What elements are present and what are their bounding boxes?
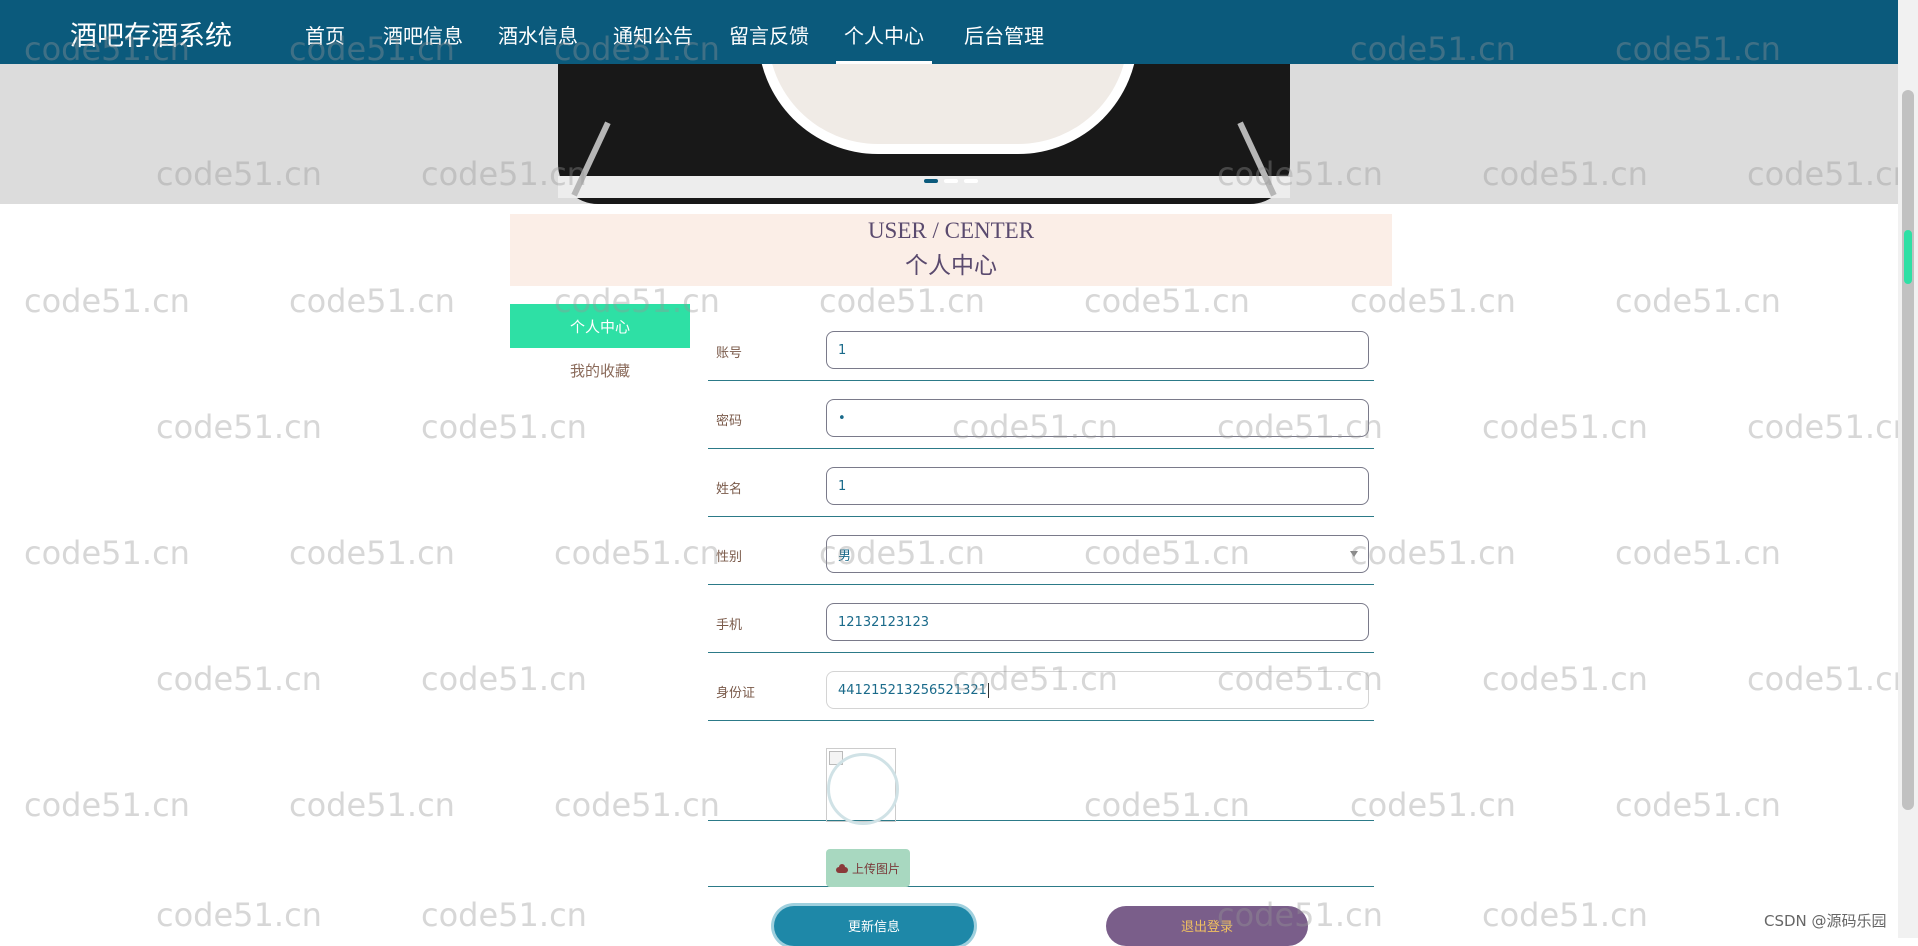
watermark-text: code51.cn bbox=[421, 660, 587, 698]
watermark-text: code51.cn bbox=[289, 786, 455, 824]
form-row-password: 密码 • bbox=[708, 394, 1374, 449]
id-card-label: 身份证 bbox=[716, 686, 756, 701]
watermark-text: code51.cn bbox=[1482, 660, 1648, 698]
watermark-text: code51.cn bbox=[421, 408, 587, 446]
watermark-text: code51.cn bbox=[1482, 896, 1648, 934]
carousel-indicators bbox=[924, 179, 978, 183]
gender-select[interactable]: 男 bbox=[826, 535, 1369, 573]
watermark-text: code51.cn bbox=[554, 786, 720, 824]
upload-image-button[interactable]: 上传图片 bbox=[826, 849, 910, 887]
sidebar-item-user-center[interactable]: 个人中心 bbox=[510, 304, 690, 348]
watermark-text: code51.cn bbox=[24, 534, 190, 572]
logout-button[interactable]: 退出登录 bbox=[1106, 906, 1308, 946]
id-card-input[interactable]: 441215213256521321 bbox=[826, 671, 1369, 709]
watermark-text: code51.cn bbox=[1615, 786, 1781, 824]
watermark-text: code51.cn bbox=[421, 896, 587, 934]
form-row-avatar bbox=[708, 734, 1374, 825]
password-input[interactable]: • bbox=[826, 399, 1369, 437]
account-label: 账号 bbox=[716, 346, 743, 361]
chevron-down-icon bbox=[1350, 551, 1358, 557]
nav-item-admin[interactable]: 后台管理 bbox=[964, 20, 1044, 49]
watermark-text: code51.cn bbox=[289, 282, 455, 320]
text-caret bbox=[987, 682, 989, 698]
title-english: USER / CENTER bbox=[867, 218, 1035, 243]
page-scrollbar[interactable] bbox=[1898, 0, 1918, 938]
scroll-position-marker bbox=[1904, 230, 1912, 284]
id-card-value: 441215213256521321 bbox=[838, 682, 987, 698]
banner-image bbox=[558, 64, 1290, 204]
watermark-text: code51.cn bbox=[554, 534, 720, 572]
watermark-text: code51.cn bbox=[1747, 408, 1913, 446]
watermark-text: code51.cn bbox=[1350, 786, 1516, 824]
name-input[interactable]: 1 bbox=[826, 467, 1369, 505]
title-chinese: 个人中心 bbox=[905, 253, 997, 278]
watermark-text: code51.cn bbox=[1350, 282, 1516, 320]
cloud-upload-icon bbox=[835, 863, 848, 873]
gender-label: 性别 bbox=[716, 550, 743, 565]
password-label: 密码 bbox=[716, 414, 743, 429]
phone-input[interactable]: 12132123123 bbox=[826, 603, 1369, 641]
watermark-text: code51.cn bbox=[1615, 534, 1781, 572]
brand-title[interactable]: 酒吧存酒系统 bbox=[70, 14, 232, 53]
avatar-preview bbox=[826, 748, 899, 825]
account-input[interactable]: 1 bbox=[826, 331, 1369, 369]
watermark-text: code51.cn bbox=[819, 282, 985, 320]
watermark-text: code51.cn bbox=[1482, 408, 1648, 446]
nav-item-drink-info[interactable]: 酒水信息 bbox=[498, 20, 578, 49]
form-row-id-card: 身份证 441215213256521321 bbox=[708, 666, 1374, 721]
form-row-account: 账号 1 bbox=[708, 326, 1374, 381]
sidebar-item-favorites[interactable]: 我的收藏 bbox=[510, 356, 690, 386]
form-row-upload: 上传图片 bbox=[708, 834, 1374, 887]
watermark-text: code51.cn bbox=[289, 534, 455, 572]
csdn-watermark: CSDN @源码乐园 bbox=[1764, 910, 1887, 931]
nav-item-notice[interactable]: 通知公告 bbox=[613, 20, 693, 49]
watermark-text: code51.cn bbox=[24, 282, 190, 320]
nav-item-bar-info[interactable]: 酒吧信息 bbox=[383, 20, 463, 49]
top-nav: 酒吧存酒系统 首页 酒吧信息 酒水信息 通知公告 留言反馈 个人中心 后台管理 bbox=[0, 0, 1898, 64]
watermark-text: code51.cn bbox=[1084, 282, 1250, 320]
watermark-text: code51.cn bbox=[156, 660, 322, 698]
carousel-dot[interactable] bbox=[944, 179, 958, 183]
scroll-thumb[interactable] bbox=[1902, 90, 1914, 810]
watermark-text: code51.cn bbox=[1350, 534, 1516, 572]
nav-item-feedback[interactable]: 留言反馈 bbox=[729, 20, 809, 49]
watermark-text: code51.cn bbox=[1747, 660, 1913, 698]
name-label: 姓名 bbox=[716, 482, 743, 497]
form-row-name: 姓名 1 bbox=[708, 462, 1374, 517]
banner-carousel bbox=[0, 64, 1898, 204]
section-title: USER / CENTER 个人中心 bbox=[510, 214, 1392, 286]
phone-label: 手机 bbox=[716, 618, 743, 633]
watermark-text: code51.cn bbox=[156, 408, 322, 446]
nav-item-home[interactable]: 首页 bbox=[305, 20, 345, 49]
watermark-text: code51.cn bbox=[1615, 282, 1781, 320]
form-row-phone: 手机 12132123123 bbox=[708, 598, 1374, 653]
gender-selected-value: 男 bbox=[838, 548, 852, 564]
update-info-button[interactable]: 更新信息 bbox=[774, 906, 974, 946]
watermark-text: code51.cn bbox=[156, 896, 322, 934]
nav-item-user-center[interactable]: 个人中心 bbox=[836, 20, 932, 64]
upload-label: 上传图片 bbox=[851, 861, 900, 876]
carousel-dot[interactable] bbox=[924, 179, 938, 183]
carousel-dot[interactable] bbox=[964, 179, 978, 183]
watermark-text: code51.cn bbox=[24, 786, 190, 824]
cursor-ring bbox=[827, 753, 899, 825]
form-row-gender: 性别 男 bbox=[708, 530, 1374, 585]
